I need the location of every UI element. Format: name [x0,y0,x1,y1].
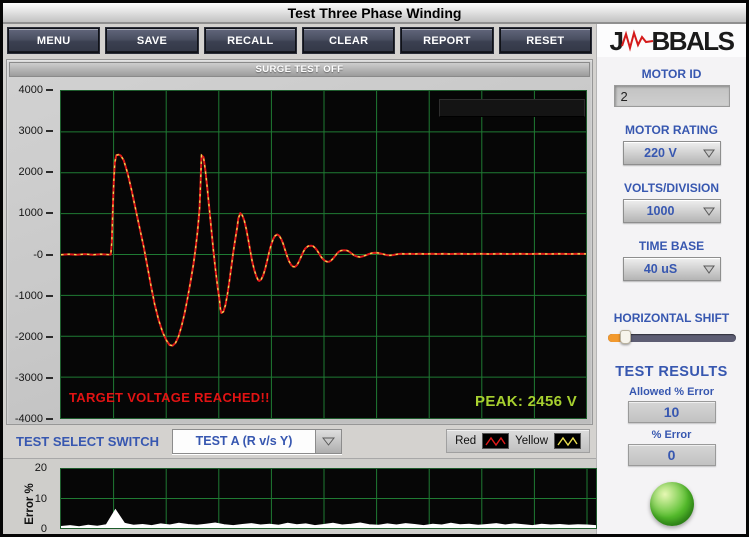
motor-id-input[interactable] [613,85,730,107]
test-select-label: TEST SELECT SWITCH [16,433,159,449]
waveform-chart [60,91,587,418]
error-tick: 0 [40,523,47,535]
tick-mark-icon [46,130,53,133]
voltage-tick: 3000 [19,125,53,137]
dropdown-arrow-icon[interactable] [698,258,720,280]
toolbar-button-report[interactable]: REPORT [401,28,493,53]
error-chart [60,469,597,529]
legend-label: Red [455,435,477,447]
tick-mark-icon [46,171,53,174]
legend-item-red[interactable]: Red [455,433,510,449]
toolbar-button-menu[interactable]: MENU [8,28,100,53]
legend-item-yellow[interactable]: Yellow [515,433,581,449]
app-window: Test Three Phase Winding MENU SAVE RECALL C… [0,0,749,537]
error-percent-plot [60,468,597,529]
toolbar: MENU SAVE RECALL CLEAR REPORT RESET [3,24,596,57]
voltage-axis: 4000 3000 2000 1000 -0 -1000 -2000 -3000 -4000 [7,84,57,425]
test-results-title: TEST RESULTS [615,364,728,380]
time-base-label: TIME BASE [638,239,705,253]
brand-text-suffix: BBALS [651,25,735,56]
brand-waveform-icon [621,29,654,52]
surge-status-text: SURGE TEST OFF [255,64,344,75]
horizontal-shift-slider[interactable] [607,330,736,344]
peak-voltage-readout: PEAK: 2456 V [475,393,577,410]
voltage-tick: -2000 [15,331,53,343]
waveform-swatch-icon [482,433,510,449]
pass-status-led [649,482,694,526]
voltage-tick: -3000 [15,372,53,384]
dropdown-arrow-icon[interactable] [698,200,720,222]
motor-rating-select[interactable]: 220 V [622,141,721,165]
tick-mark-icon [46,212,53,215]
tick-mark-icon [46,89,53,91]
motor-rating-label: MOTOR RATING [625,123,718,137]
page-title: Test Three Phase Winding [287,4,462,21]
tick-mark-icon [46,335,53,338]
trace-legend: Red Yellow [446,429,590,453]
dropdown-arrow-icon[interactable] [315,429,341,453]
percent-error-label: % Error [651,429,692,441]
error-tick: 10 [34,492,47,505]
test-select-dropdown[interactable]: TEST A (R v/s Y) [172,428,342,454]
surge-waveform-plot: TARGET VOLTAGE REACHED!! PEAK: 2456 V [60,90,587,419]
motor-rating-value: 220 V [644,146,677,160]
control-strip: TEST SELECT SWITCH TEST A (R v/s Y) Red Y… [3,425,596,457]
allowed-error-label: Allowed % Error [629,386,714,398]
voltage-tick: -0 [33,249,53,261]
plot-inset-box [439,99,585,117]
target-voltage-warning: TARGET VOLTAGE REACHED!! [69,390,270,405]
voltage-tick: -1000 [15,290,53,302]
toolbar-button-save[interactable]: SAVE [106,28,198,53]
main-area: MENU SAVE RECALL CLEAR REPORT RESET SURGE TES… [3,24,597,535]
error-chart-panel: Error % 20 10 0 [3,458,597,535]
toolbar-button-recall[interactable]: RECALL [204,28,296,53]
settings-panel: J BBALS MOTOR ID MOTOR RATING 220 V VOLT… [596,24,746,534]
volts-division-select[interactable]: 1000 [622,199,721,223]
volts-division-label: VOLTS/DIVISION [623,181,720,195]
volts-division-value: 1000 [646,204,675,218]
surge-scope-panel: SURGE TEST OFF 4000 3000 2000 1000 -0 -1000 -2… [6,59,593,425]
legend-label: Yellow [515,435,548,447]
allowed-error-value: 10 [627,401,716,423]
brand-logo: J BBALS [597,24,746,57]
horizontal-shift-label: HORIZONTAL SHIFT [613,311,730,325]
title-bar: Test Three Phase Winding [3,3,746,24]
percent-error-value: 0 [627,444,716,466]
motor-id-label: MOTOR ID [641,67,702,81]
time-base-select[interactable]: 40 uS [622,257,721,281]
voltage-tick: 2000 [19,166,53,178]
surge-status-banner: SURGE TEST OFF [9,62,590,77]
time-base-value: 40 uS [643,262,678,276]
voltage-tick: 1000 [19,207,53,219]
voltage-tick: 4000 [19,84,53,96]
tick-mark-icon [46,294,53,297]
toolbar-button-reset[interactable]: RESET [499,28,591,53]
dropdown-arrow-icon[interactable] [698,142,720,164]
tick-mark-icon [46,253,53,256]
waveform-swatch-icon [554,433,581,449]
test-select-value: TEST A (R v/s Y) [173,429,315,453]
tick-mark-icon [46,418,53,420]
tick-mark-icon [46,376,53,379]
slider-handle[interactable] [620,330,632,344]
error-tick: 20 [34,462,47,474]
toolbar-button-clear[interactable]: CLEAR [302,28,395,53]
voltage-tick: -4000 [15,413,53,425]
